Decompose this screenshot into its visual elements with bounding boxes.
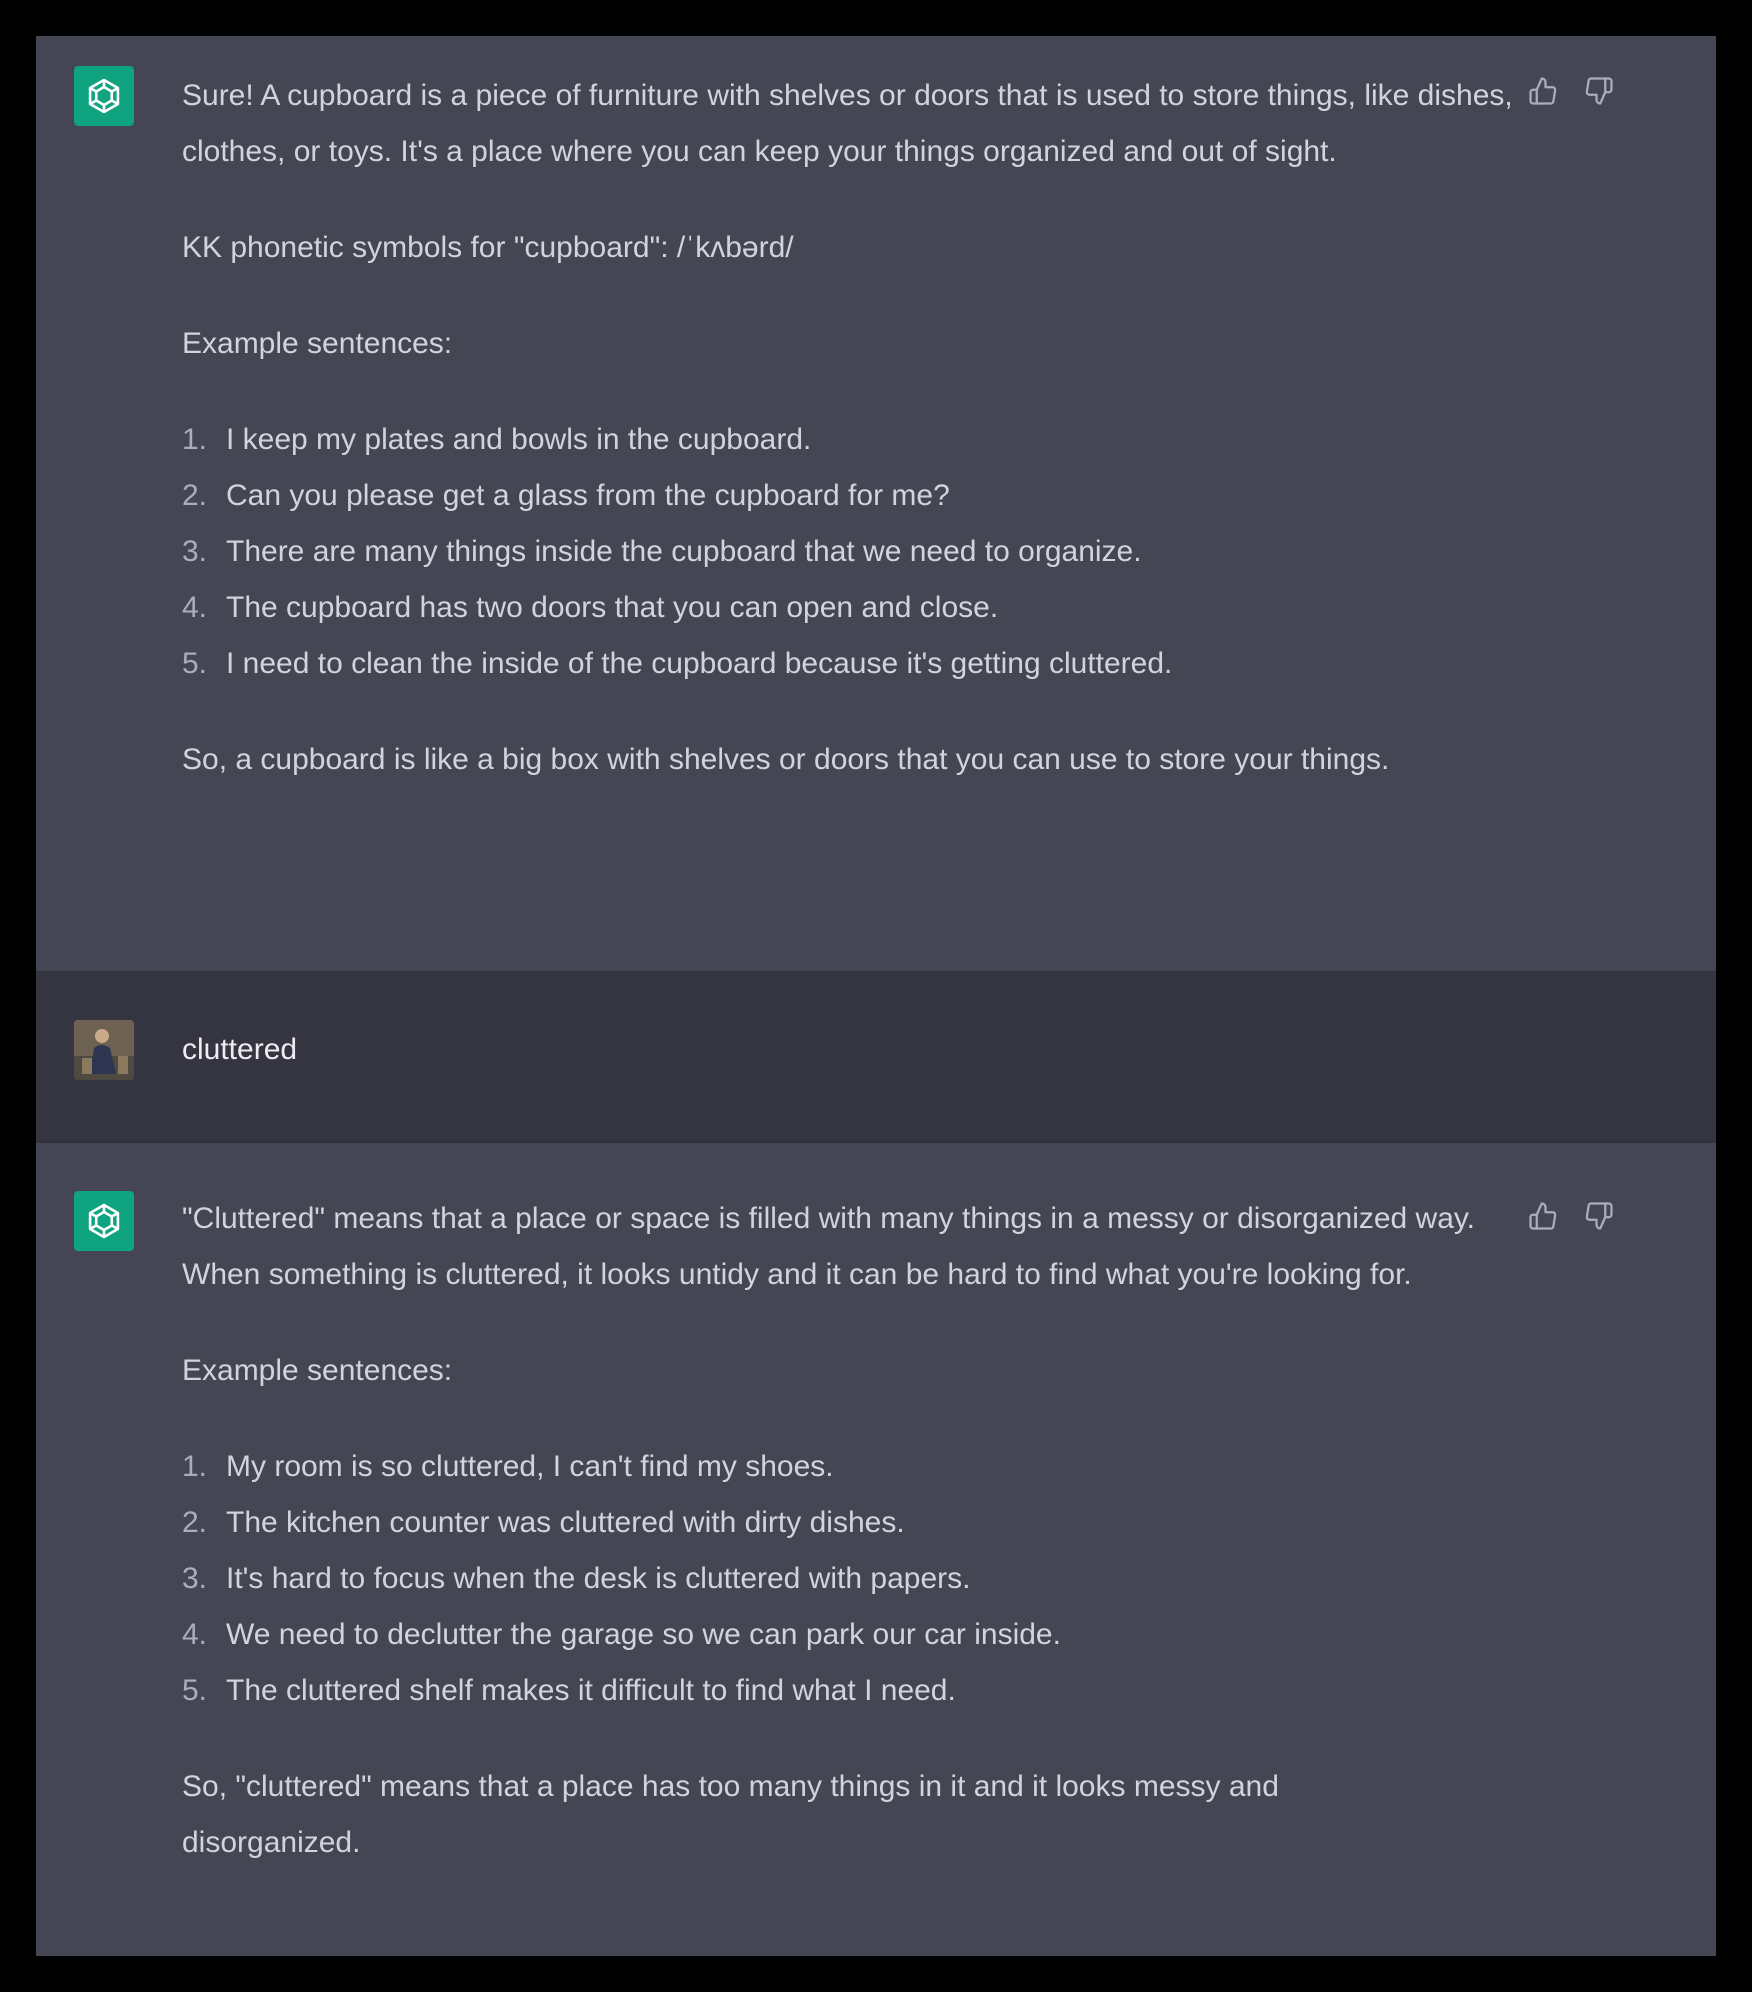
- thumbs-down-icon[interactable]: [1582, 74, 1616, 108]
- user-message-text: cluttered: [182, 1033, 298, 1066]
- list-number: 5.: [182, 1674, 208, 1707]
- user-avatar: [74, 1020, 134, 1080]
- list-item: 2. The kitchen counter was cluttered with…: [182, 1495, 1522, 1551]
- list-number: 2.: [182, 1506, 208, 1539]
- list-text: We need to declutter the garage so we ca…: [226, 1618, 1061, 1651]
- example-list: 1. My room is so cluttered, I can't find …: [182, 1439, 1522, 1719]
- list-text: Can you please get a glass from the cupb…: [226, 479, 950, 512]
- user-message: cluttered: [36, 971, 1716, 1143]
- list-number: 1.: [182, 423, 208, 456]
- list-text: The cluttered shelf makes it difficult t…: [226, 1674, 956, 1707]
- phonetic-line: KK phonetic symbols for "cupboard": /ˈkʌ…: [182, 231, 794, 264]
- assistant-message-body: Sure! A cupboard is a piece of furniture…: [182, 68, 1522, 788]
- assistant-message-body: "Cluttered" means that a place or space …: [182, 1191, 1522, 1871]
- list-text: The kitchen counter was cluttered with d…: [226, 1506, 905, 1539]
- list-text: There are many things inside the cupboar…: [226, 535, 1142, 568]
- list-text: I keep my plates and bowls in the cupboa…: [226, 423, 812, 456]
- list-number: 1.: [182, 1450, 208, 1483]
- thumbs-up-icon[interactable]: [1526, 1199, 1560, 1233]
- message-paragraph: So, "cluttered" means that a place has t…: [182, 1770, 1279, 1859]
- message-paragraph: "Cluttered" means that a place or space …: [182, 1202, 1476, 1291]
- list-item: 5. I need to clean the inside of the cupb…: [182, 636, 1522, 692]
- list-item: 4. We need to declutter the garage so we …: [182, 1607, 1522, 1663]
- thumbs-up-icon[interactable]: [1526, 74, 1560, 108]
- list-number: 3.: [182, 535, 208, 568]
- list-item: 4. The cupboard has two doors that you ca…: [182, 580, 1522, 636]
- list-text: My room is so cluttered, I can't find my…: [226, 1450, 834, 1483]
- assistant-message: "Cluttered" means that a place or space …: [36, 1143, 1716, 1956]
- list-number: 3.: [182, 1562, 208, 1595]
- assistant-message: Sure! A cupboard is a piece of furniture…: [36, 36, 1716, 971]
- example-list: 1. I keep my plates and bowls in the cupb…: [182, 412, 1522, 692]
- list-item: 3. There are many things inside the cupbo…: [182, 524, 1522, 580]
- examples-heading: Example sentences:: [182, 1354, 453, 1387]
- list-number: 2.: [182, 479, 208, 512]
- list-text: It's hard to focus when the desk is clut…: [226, 1562, 971, 1595]
- message-paragraph: So, a cupboard is like a big box with sh…: [182, 743, 1390, 776]
- list-item: 1. My room is so cluttered, I can't find …: [182, 1439, 1522, 1495]
- list-text: I need to clean the inside of the cupboa…: [226, 647, 1173, 680]
- list-number: 5.: [182, 647, 208, 680]
- chat-transcript: Sure! A cupboard is a piece of furniture…: [36, 36, 1716, 1956]
- message-paragraph: Sure! A cupboard is a piece of furniture…: [182, 79, 1513, 168]
- list-item: 2. Can you please get a glass from the cu…: [182, 468, 1522, 524]
- openai-logo-icon: [74, 66, 134, 126]
- list-item: 1. I keep my plates and bowls in the cupb…: [182, 412, 1522, 468]
- list-text: The cupboard has two doors that you can …: [226, 591, 999, 624]
- list-number: 4.: [182, 1618, 208, 1651]
- examples-heading: Example sentences:: [182, 327, 453, 360]
- list-number: 4.: [182, 591, 208, 624]
- openai-logo-icon: [74, 1191, 134, 1251]
- list-item: 3. It's hard to focus when the desk is cl…: [182, 1551, 1522, 1607]
- list-item: 5. The cluttered shelf makes it difficult…: [182, 1663, 1522, 1719]
- thumbs-down-icon[interactable]: [1582, 1199, 1616, 1233]
